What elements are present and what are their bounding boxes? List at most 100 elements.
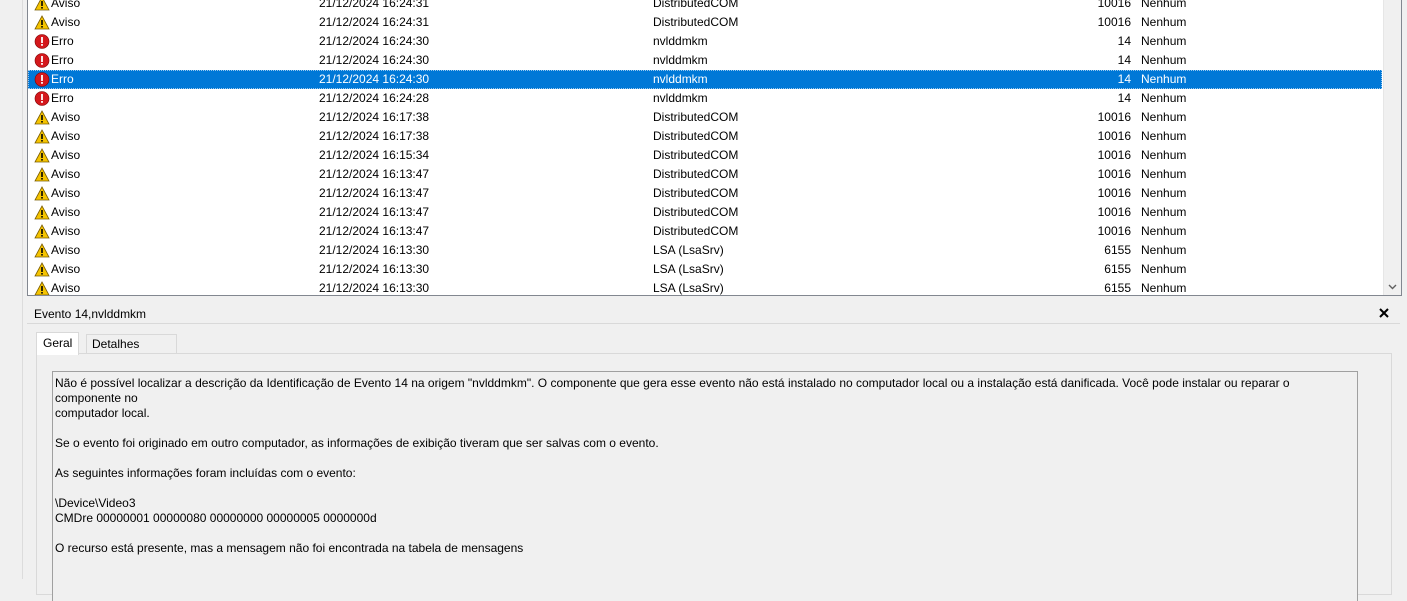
source-cell: nvlddmkm xyxy=(653,72,708,86)
event-id-cell: 10016 xyxy=(1097,167,1131,181)
table-row[interactable]: Aviso 21/12/2024 16:24:31 DistributedCOM 10… xyxy=(28,13,1382,32)
task-cell: Nenhum xyxy=(1141,110,1187,124)
table-row[interactable]: Aviso 21/12/2024 16:15:34 DistributedCOM 10… xyxy=(28,146,1382,165)
date-cell: 21/12/2024 16:13:47 xyxy=(319,224,430,238)
level-cell: Aviso xyxy=(51,129,81,143)
date-cell: 21/12/2024 16:13:30 xyxy=(319,243,430,257)
task-cell: Nenhum xyxy=(1141,129,1187,143)
table-row[interactable]: Aviso 21/12/2024 16:13:47 DistributedCOM 10… xyxy=(28,222,1382,241)
event-id-cell: 10016 xyxy=(1097,186,1131,200)
tab-details[interactable]: Detalhes xyxy=(86,334,177,353)
level-cell: Aviso xyxy=(51,243,81,257)
date-cell: 21/12/2024 16:24:30 xyxy=(319,72,430,86)
warning-icon xyxy=(34,205,50,220)
warning-icon xyxy=(34,110,50,125)
task-cell: Nenhum xyxy=(1141,262,1187,276)
table-row[interactable]: Aviso 21/12/2024 16:17:38 DistributedCOM 10… xyxy=(28,127,1382,146)
table-row[interactable]: Erro 21/12/2024 16:24:30 nvlddmkm 14 Nenhum xyxy=(28,32,1382,51)
warning-icon xyxy=(34,0,50,11)
date-cell: 21/12/2024 16:24:30 xyxy=(319,34,430,48)
warning-icon xyxy=(34,262,50,277)
date-cell: 21/12/2024 16:17:38 xyxy=(319,129,430,143)
date-cell: 21/12/2024 16:13:47 xyxy=(319,167,430,181)
table-row[interactable]: Erro 21/12/2024 16:24:28 nvlddmkm 14 Nenhum xyxy=(28,89,1382,108)
source-cell: DistributedCOM xyxy=(653,129,739,143)
source-cell: nvlddmkm xyxy=(653,91,708,105)
table-row[interactable]: Erro 21/12/2024 16:24:30 nvlddmkm 14 Nenhum xyxy=(28,70,1382,89)
source-cell: DistributedCOM xyxy=(653,110,739,124)
task-cell: Nenhum xyxy=(1141,91,1187,105)
level-cell: Aviso xyxy=(51,0,81,10)
level-cell: Erro xyxy=(51,91,74,105)
source-cell: DistributedCOM xyxy=(653,186,739,200)
source-cell: nvlddmkm xyxy=(653,34,708,48)
event-id-cell: 6155 xyxy=(1104,281,1131,295)
date-cell: 21/12/2024 16:13:30 xyxy=(319,262,430,276)
task-cell: Nenhum xyxy=(1141,0,1187,10)
general-tab-panel: Não é possível localizar a descrição da … xyxy=(36,353,1392,601)
level-cell: Aviso xyxy=(51,262,81,276)
vertical-scrollbar[interactable] xyxy=(1383,0,1401,295)
event-id-cell: 10016 xyxy=(1097,110,1131,124)
event-id-cell: 10016 xyxy=(1097,0,1131,10)
task-cell: Nenhum xyxy=(1141,243,1187,257)
error-icon xyxy=(34,72,50,87)
event-id-cell: 10016 xyxy=(1097,224,1131,238)
task-cell: Nenhum xyxy=(1141,53,1187,67)
table-row[interactable]: Aviso 21/12/2024 16:24:31 DistributedCOM 10… xyxy=(28,0,1382,13)
level-cell: Aviso xyxy=(51,167,81,181)
window-left-edge xyxy=(0,0,23,579)
table-row[interactable]: Aviso 21/12/2024 16:13:30 LSA (LsaSrv) 6155… xyxy=(28,241,1382,260)
level-cell: Aviso xyxy=(51,224,81,238)
level-cell: Erro xyxy=(51,53,74,67)
event-id-cell: 10016 xyxy=(1097,129,1131,143)
event-id-cell: 10016 xyxy=(1097,15,1131,29)
level-cell: Aviso xyxy=(51,148,81,162)
warning-icon xyxy=(34,224,50,239)
table-row[interactable]: Aviso 21/12/2024 16:13:30 LSA (LsaSrv) 6155… xyxy=(28,279,1382,295)
source-cell: DistributedCOM xyxy=(653,167,739,181)
task-cell: Nenhum xyxy=(1141,148,1187,162)
event-list[interactable]: Aviso 21/12/2024 16:24:31 DistributedCOM 10… xyxy=(27,0,1402,296)
description-line: computador local. xyxy=(55,406,150,420)
date-cell: 21/12/2024 16:13:30 xyxy=(319,281,430,295)
date-cell: 21/12/2024 16:17:38 xyxy=(319,110,430,124)
error-icon xyxy=(34,91,50,106)
source-cell: DistributedCOM xyxy=(653,148,739,162)
task-cell: Nenhum xyxy=(1141,281,1187,295)
warning-icon xyxy=(34,243,50,258)
table-row[interactable]: Aviso 21/12/2024 16:17:38 DistributedCOM 10… xyxy=(28,108,1382,127)
description-line: CMDre 00000001 00000080 00000000 0000000… xyxy=(55,511,377,525)
tab-general[interactable]: Geral xyxy=(36,332,79,355)
source-cell: LSA (LsaSrv) xyxy=(653,281,724,295)
table-row[interactable]: Aviso 21/12/2024 16:13:47 DistributedCOM 10… xyxy=(28,165,1382,184)
event-id-cell: 14 xyxy=(1117,53,1131,67)
close-icon[interactable] xyxy=(1376,305,1392,321)
table-row[interactable]: Aviso 21/12/2024 16:13:30 LSA (LsaSrv) 6155… xyxy=(28,260,1382,279)
table-row[interactable]: Aviso 21/12/2024 16:13:47 DistributedCOM 10… xyxy=(28,184,1382,203)
source-cell: DistributedCOM xyxy=(653,224,739,238)
date-cell: 21/12/2024 16:24:30 xyxy=(319,53,430,67)
table-row[interactable]: Erro 21/12/2024 16:24:30 nvlddmkm 14 Nenhum xyxy=(28,51,1382,70)
error-icon xyxy=(34,34,50,49)
level-cell: Aviso xyxy=(51,186,81,200)
event-description[interactable]: Não é possível localizar a descrição da … xyxy=(52,371,1358,601)
level-cell: Aviso xyxy=(51,205,81,219)
task-cell: Nenhum xyxy=(1141,205,1187,219)
description-line: O recurso está presente, mas a mensagem … xyxy=(55,541,524,555)
event-id-cell: 10016 xyxy=(1097,205,1131,219)
chevron-down-icon[interactable] xyxy=(1386,280,1399,293)
event-id-cell: 14 xyxy=(1117,34,1131,48)
event-id-cell: 14 xyxy=(1117,91,1131,105)
task-cell: Nenhum xyxy=(1141,186,1187,200)
source-cell: LSA (LsaSrv) xyxy=(653,243,724,257)
event-id-cell: 14 xyxy=(1117,72,1131,86)
date-cell: 21/12/2024 16:13:47 xyxy=(319,205,430,219)
date-cell: 21/12/2024 16:24:31 xyxy=(319,0,430,10)
task-cell: Nenhum xyxy=(1141,224,1187,238)
warning-icon xyxy=(34,281,50,295)
level-cell: Aviso xyxy=(51,110,81,124)
description-line: Não é possível localizar a descrição da … xyxy=(55,376,1293,405)
table-row[interactable]: Aviso 21/12/2024 16:13:47 DistributedCOM 10… xyxy=(28,203,1382,222)
task-cell: Nenhum xyxy=(1141,167,1187,181)
